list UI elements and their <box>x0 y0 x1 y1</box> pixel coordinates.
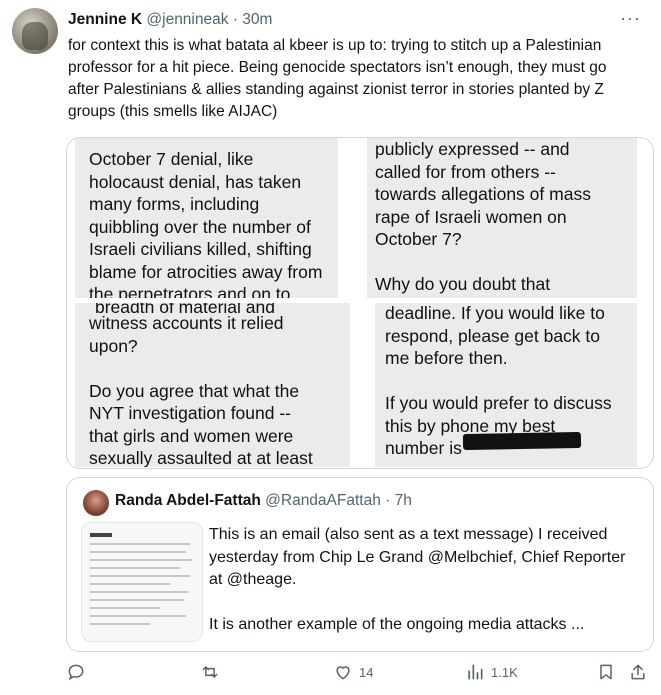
retweet-button[interactable] <box>200 662 220 682</box>
quoted-media-thumbnail <box>81 522 203 642</box>
thumb-line <box>90 575 190 577</box>
thumb-line <box>90 551 186 553</box>
quoted-tweet[interactable]: Randa Abdel-Fattah @RandaAFattah · 7h Th… <box>66 477 654 652</box>
quoted-tweet-text: This is an email (also sent as a text me… <box>209 526 626 633</box>
media-image-3-text: witness accounts it relied upon? Do you … <box>89 313 313 467</box>
share-icon <box>631 664 645 680</box>
media-image-3[interactable]: breadth of material and witness accounts… <box>75 303 350 467</box>
thumb-line <box>90 615 186 617</box>
thumb-line <box>90 623 150 625</box>
views-count: 1.1K <box>491 664 518 680</box>
bookmark-icon <box>600 664 612 680</box>
media-image-1-text: October 7 denial, like holocaust denial,… <box>89 149 323 298</box>
more-options-icon[interactable]: ··· <box>620 8 641 29</box>
media-image-2[interactable]: publicly expressed -- and called for fro… <box>367 138 637 298</box>
reply-button[interactable] <box>66 662 86 682</box>
thumb-line <box>90 543 190 545</box>
heart-icon <box>336 666 350 680</box>
views-button[interactable]: 1.1K <box>465 662 518 682</box>
retweet-icon <box>202 666 218 678</box>
thumb-line <box>90 599 184 601</box>
tweet-time[interactable]: 30m <box>242 11 272 28</box>
quoted-author-avatar <box>83 490 109 516</box>
quoted-separator: · <box>385 492 391 509</box>
thumb-redaction <box>90 533 112 537</box>
author-handle[interactable]: @jennineak <box>146 11 228 28</box>
thumb-line <box>90 607 160 609</box>
share-button[interactable] <box>628 662 648 682</box>
quoted-tweet-time: 7h <box>394 492 412 509</box>
media-image-1[interactable]: October 7 denial, like holocaust denial,… <box>75 138 338 298</box>
author-avatar[interactable] <box>12 8 58 54</box>
thumb-line <box>90 591 188 593</box>
thumb-line <box>90 559 192 561</box>
views-icon <box>468 664 483 680</box>
quoted-tweet-header: Randa Abdel-Fattah @RandaAFattah · 7h <box>115 492 412 510</box>
author-name[interactable]: Jennine K <box>68 11 142 28</box>
like-button[interactable]: 14 <box>333 662 373 682</box>
quoted-author-name: Randa Abdel-Fattah <box>115 492 261 509</box>
tweet-text: for context this is what batata al kbeer… <box>68 37 607 120</box>
tweet-header: Jennine K @jennineak · 30m <box>68 10 272 30</box>
reply-icon <box>68 664 84 681</box>
media-grid[interactable]: October 7 denial, like holocaust denial,… <box>66 137 654 469</box>
like-count: 14 <box>359 664 374 680</box>
bookmark-button[interactable] <box>596 662 616 682</box>
thumb-line <box>90 567 180 569</box>
media-image-4[interactable]: deadline. If you would like to respond, … <box>375 303 637 467</box>
quoted-author-handle: @RandaAFattah <box>265 492 381 509</box>
media-image-2-text: publicly expressed -- and called for fro… <box>375 139 591 294</box>
tweet-actions-bar: 14 1.1K <box>0 662 661 692</box>
redaction-mark <box>462 431 582 451</box>
thumb-line <box>90 583 170 585</box>
header-separator: · <box>232 11 238 28</box>
